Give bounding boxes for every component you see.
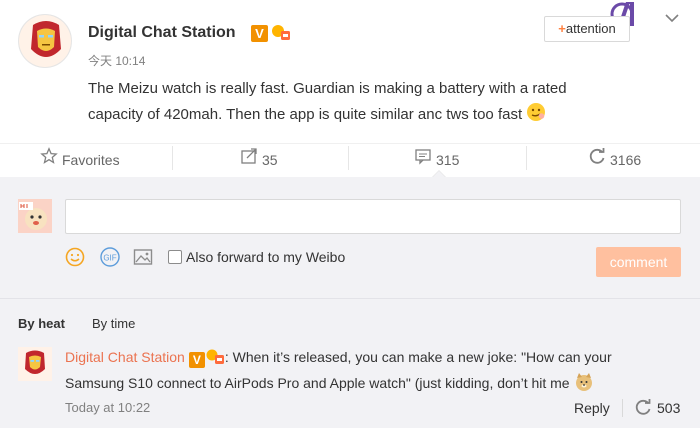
reply-button[interactable]: Reply [574, 400, 610, 416]
forward-label[interactable]: Also forward to my Weibo [186, 249, 345, 265]
comment-caret [432, 170, 446, 177]
favorites-label: Favorites [62, 152, 120, 169]
action-divider [526, 146, 527, 170]
reply-time: Today at 10:22 [65, 400, 151, 415]
attention-button[interactable]: +attention [544, 16, 630, 42]
image-icon[interactable] [133, 247, 153, 267]
author-name[interactable]: Digital Chat Station [88, 24, 236, 42]
action-divider [172, 146, 173, 170]
smirk-emoji-icon [527, 103, 546, 121]
share-icon [240, 145, 258, 175]
forward-checkbox[interactable] [168, 250, 182, 264]
sort-by-heat-tab[interactable]: By heat [18, 316, 65, 331]
share-button[interactable]: 35 [240, 144, 415, 178]
share-count: 35 [262, 152, 278, 169]
sort-by-time-tab[interactable]: By time [92, 316, 135, 331]
repost-count: 3166 [610, 152, 642, 169]
gif-icon[interactable]: GIF [99, 247, 120, 267]
reply-author[interactable]: Digital Chat Station [65, 349, 185, 365]
post-card: Digital Chat Station V 今天 10:14 The Meiz… [0, 0, 700, 143]
comment-icon [414, 145, 432, 175]
reply-divider [622, 399, 623, 417]
reply-avatar[interactable] [18, 347, 52, 381]
comment-input[interactable] [65, 199, 681, 234]
my-avatar[interactable] [18, 199, 52, 233]
attention-label: attention [565, 21, 616, 36]
doge-emoji-icon [575, 373, 592, 391]
author-avatar[interactable] [18, 14, 72, 68]
post-text: The Meizu watch is really fast. Guardian… [88, 80, 567, 123]
fan-badge-icon [271, 22, 291, 42]
plus-icon: + [558, 21, 566, 36]
post-time[interactable]: 今天 10:14 [88, 52, 145, 69]
reply-repost-count[interactable]: 503 [657, 400, 680, 416]
comment-button[interactable]: comment [596, 247, 681, 277]
verified-badge: V [188, 352, 205, 368]
favorites-button[interactable]: Favorites [40, 144, 215, 178]
refresh-icon[interactable] [634, 398, 652, 416]
star-icon [40, 145, 58, 175]
repost-button[interactable]: 3166 [588, 144, 700, 178]
action-divider [348, 146, 349, 170]
action-bar: Favorites 35 315 3166 [0, 143, 700, 177]
divider [0, 298, 700, 299]
verified-badge: V [251, 25, 268, 42]
reply-content: Digital Chat Station V: When it’s release… [65, 344, 665, 396]
post-content: The Meizu watch is really fast. Guardian… [88, 76, 608, 128]
comment-panel: GIF Also forward to my Weibo comment By … [0, 177, 700, 428]
emoji-icon[interactable] [65, 247, 85, 267]
fan-badge-icon [206, 349, 224, 364]
gif-label: GIF [103, 254, 116, 263]
refresh-icon [588, 145, 606, 175]
chevron-down-icon[interactable] [664, 10, 680, 26]
